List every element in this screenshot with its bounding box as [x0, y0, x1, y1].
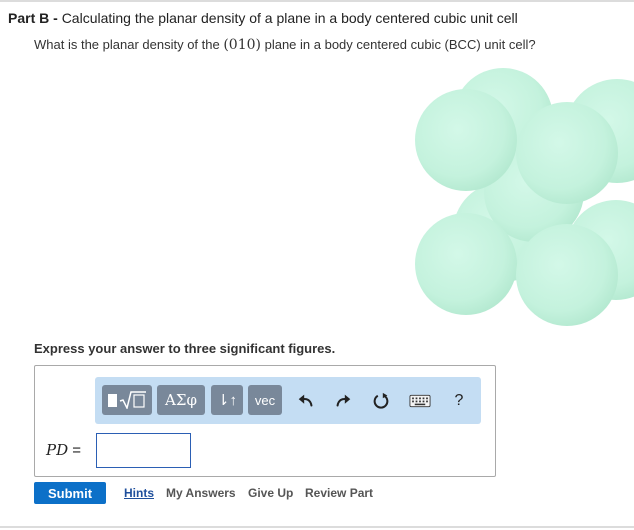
- templates-button[interactable]: [102, 385, 152, 415]
- review-part-link[interactable]: Review Part: [305, 486, 373, 500]
- atom-front-bottom-left: [415, 213, 517, 315]
- vector-button[interactable]: vec: [248, 385, 282, 415]
- part-title: Part B - Calculating the planar density …: [8, 10, 518, 26]
- atom-front-bottom-right: [516, 224, 618, 326]
- question-after: plane in a body centered cubic (BCC) uni…: [260, 37, 536, 52]
- template-block-icon: [107, 393, 117, 407]
- keyboard-icon[interactable]: [408, 390, 432, 412]
- help-button[interactable]: ?: [448, 390, 470, 412]
- subscript-superscript-button[interactable]: ⇂↑: [211, 385, 243, 415]
- my-answers-link[interactable]: My Answers: [166, 486, 236, 500]
- pd-variable: PD: [46, 441, 69, 459]
- greek-symbols-button[interactable]: ΑΣφ: [157, 385, 205, 415]
- miller-index: (010): [223, 37, 261, 53]
- redo-icon[interactable]: [332, 390, 354, 412]
- atom-front-top-right: [516, 102, 618, 204]
- top-divider: [0, 0, 634, 2]
- pd-answer-input[interactable]: [96, 433, 191, 468]
- submit-button[interactable]: Submit: [34, 482, 106, 504]
- question-before: What is the planar density of the: [34, 37, 224, 52]
- give-up-link[interactable]: Give Up: [248, 486, 293, 500]
- answer-instruction: Express your answer to three significant…: [34, 341, 336, 356]
- pd-label: PD =: [46, 441, 81, 459]
- answer-box: ΑΣφ ⇂↑ vec ? PD =: [34, 365, 496, 477]
- hints-link[interactable]: Hints: [124, 486, 154, 500]
- bottom-divider: [0, 526, 634, 528]
- undo-icon[interactable]: [295, 390, 317, 412]
- pd-equals: =: [68, 442, 82, 459]
- reset-icon[interactable]: [370, 390, 392, 412]
- part-label: Part B -: [8, 10, 58, 26]
- question-text: What is the planar density of the (010) …: [34, 37, 536, 53]
- part-title-text: Calculating the planar density of a plan…: [61, 10, 518, 26]
- math-toolbar: ΑΣφ ⇂↑ vec ?: [95, 377, 481, 424]
- bcc-unit-cell-figure: [415, 68, 634, 326]
- atom-front-top-left: [415, 89, 517, 191]
- sqrt-template-icon: [119, 391, 146, 409]
